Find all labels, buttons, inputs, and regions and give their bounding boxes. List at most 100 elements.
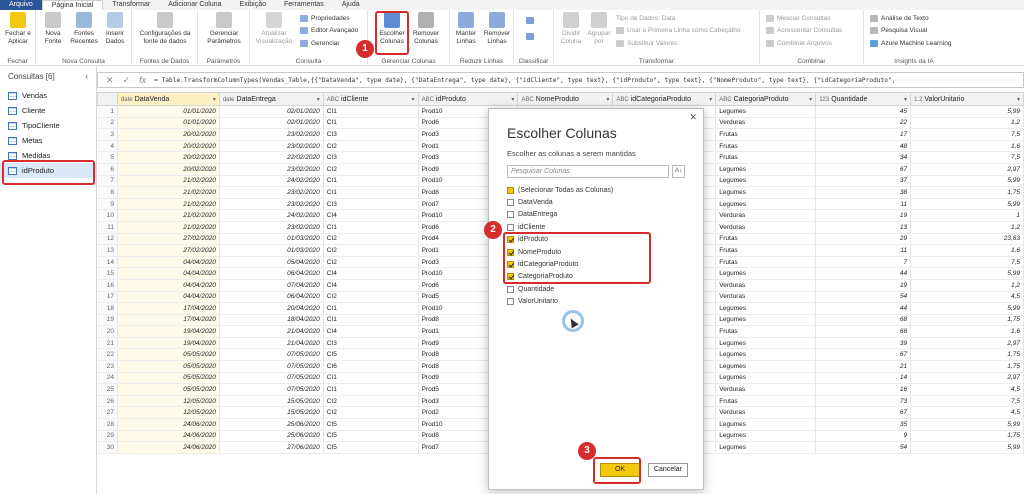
query-item-cliente[interactable]: Cliente [0,103,96,118]
cell-valorunitario: 5,99 [910,105,1024,118]
fx-icon[interactable]: fx [139,75,146,86]
type-icon[interactable]: ABC [422,97,434,103]
filter-dropdown-icon[interactable]: ▾ [904,96,907,103]
tab-transformar[interactable]: Transformar [103,0,159,10]
table-icon [8,151,17,160]
type-icon[interactable]: 123 [819,97,829,103]
column-header-nomeproduto[interactable]: ABC NomeProduto ▾ [517,92,614,106]
column-header-categoriaproduto[interactable]: ABC CategoriaProduto ▾ [715,92,817,106]
cell-datavenda: 04/04/2020 [117,291,220,304]
vision-button[interactable]: Pesquisa Visual [870,26,927,35]
cell-dataentrega: 15/05/2020 [219,406,324,420]
cell-quantidade: 22 [815,117,912,130]
enter-data-button[interactable]: Inserir Dados [100,12,130,45]
cell-categoriaproduto: Legumes [715,163,817,176]
collapse-icon[interactable]: ‹ [85,72,88,82]
type-icon[interactable]: date [121,97,133,103]
column-header-quantidade[interactable]: 123 Quantidade ▾ [815,92,912,106]
query-item-vendas[interactable]: Vendas [0,88,96,103]
manage-button[interactable]: Gerenciar [300,39,340,48]
filter-dropdown-icon[interactable]: ▾ [412,96,415,103]
combine-files-button[interactable]: Combinar Arquivos [766,39,832,48]
filter-dropdown-icon[interactable]: ▾ [511,96,514,103]
grid-corner[interactable] [97,92,118,106]
refresh-preview-button[interactable]: Atualizar Visualização [252,12,296,45]
column-header-label: Quantidade [831,95,868,103]
new-source-button[interactable]: Nova Fonte [38,12,68,45]
column-header-idcategoriaproduto[interactable]: ABC idCategoriaProduto ▾ [612,92,717,106]
cell-valorunitario: 1,75 [910,348,1024,362]
cell-datavenda: 21/02/2020 [117,209,220,222]
filter-dropdown-icon[interactable]: ▾ [709,96,712,103]
sort-asc-button[interactable] [526,16,534,25]
column-checkbox-valorunitario[interactable]: ValorUnitario [507,296,685,308]
remove-rows-button[interactable]: Remover Linhas [482,12,512,45]
cell-categoriaproduto: Verduras [715,209,817,222]
text-analytics-icon [870,15,878,22]
check-icon[interactable]: ✓ [123,75,131,86]
first-row-header-label: Usar a Primeira Linha como Cabeçalho [627,27,741,34]
filter-dropdown-icon[interactable]: ▾ [213,96,216,103]
cell-valorunitario: 7,5 [910,395,1024,408]
select-all-checkbox[interactable]: (Selecionar Todas as Colunas) [507,184,685,196]
type-icon[interactable]: ABC [719,97,731,103]
sort-icon[interactable]: A↓ [672,165,685,178]
column-search-input[interactable]: Pesquisar Colunas [507,165,669,178]
filter-dropdown-icon[interactable]: ▾ [606,96,609,103]
type-icon[interactable]: ABC [327,97,339,103]
filter-dropdown-icon[interactable]: ▾ [809,96,812,103]
text-analytics-button[interactable]: Análise de Texto [870,14,929,23]
cell-quantidade: 19 [815,279,912,292]
type-icon[interactable]: date [223,97,235,103]
type-icon[interactable]: ABC [616,97,628,103]
column-checkbox-dataentrega[interactable]: DataEntrega [507,209,685,221]
column-header-idproduto[interactable]: ABC idProduto ▾ [417,92,519,106]
cell-valorunitario: 4,5 [910,291,1024,304]
tab-pagina-inicial[interactable]: Página Inicial [41,0,104,10]
keep-rows-button[interactable]: Manter Linhas [451,12,481,45]
remove-columns-button[interactable]: Remover Colunas [411,12,441,45]
cell-idcliente: CI1 [323,372,419,385]
type-icon[interactable]: 1.2 [914,97,922,103]
filter-dropdown-icon[interactable]: ▾ [317,96,320,103]
data-source-settings-button[interactable]: Configurações da fonte de dados [136,12,194,45]
group-by-button[interactable]: Agrupar por [584,12,614,45]
close-apply-button[interactable]: Fechar e Aplicar [3,12,33,45]
column-header-datavenda[interactable]: date DataVenda ▾ [116,92,220,106]
sort-desc-button[interactable] [526,32,534,41]
cancel-icon[interactable]: ✕ [106,75,114,86]
close-icon[interactable]: ✕ [689,112,697,123]
query-item-tipocliente[interactable]: TipoCliente [0,118,96,133]
cell-quantidade: 29 [815,233,912,246]
cell-datavenda: 21/02/2020 [117,175,220,188]
group-label-reduzir-linhas: Reduzir Linhas [459,58,504,65]
manage-parameters-button[interactable]: Gerenciar Parâmetros [201,12,247,45]
column-header-idcliente[interactable]: ABC idCliente ▾ [322,92,419,106]
tab-ajuda[interactable]: Ajuda [333,0,369,10]
column-header-dataentrega[interactable]: date DataEntrega ▾ [218,92,324,106]
recent-sources-icon [76,12,92,28]
cancel-button[interactable]: Cancelar [648,463,688,477]
first-row-header-button[interactable]: Usar a Primeira Linha como Cabeçalho [616,26,740,35]
data-type-button[interactable]: Tipo de Dados: Data [616,14,675,23]
cell-datavenda: 24/06/2020 [117,430,220,443]
advanced-editor-button[interactable]: Editor Avançado [300,26,358,35]
tab-arquivo[interactable]: Arquivo [0,0,42,10]
tab-adicionar-coluna[interactable]: Adicionar Coluna [159,0,230,10]
merge-queries-button[interactable]: Mesclar Consultas [766,14,830,23]
properties-button[interactable]: Propriedades [300,14,350,23]
filter-dropdown-icon[interactable]: ▾ [1017,96,1020,103]
append-queries-button[interactable]: Acrescentar Consultas [766,26,842,35]
column-checkbox-datavenda[interactable]: DataVenda [507,196,685,208]
column-header-valorunitario[interactable]: 1.2 ValorUnitario ▾ [910,92,1024,106]
query-item-metas[interactable]: Metas [0,133,96,148]
recent-sources-button[interactable]: Fontes Recentes [69,12,99,45]
azure-ml-button[interactable]: Azure Machine Learning [870,39,951,48]
tab-ferramentas[interactable]: Ferramentas [275,0,333,10]
formula-input[interactable]: = Table.TransformColumnTypes(Vendas_Tabl… [154,77,895,84]
type-icon[interactable]: ABC [521,97,533,103]
split-column-button[interactable]: Dividir Coluna [556,12,586,45]
tab-exibicao[interactable]: Exibição [231,0,275,10]
column-checkbox-quantidade[interactable]: Quantidade [507,283,685,295]
replace-values-button[interactable]: Substituir Valores [616,39,677,48]
